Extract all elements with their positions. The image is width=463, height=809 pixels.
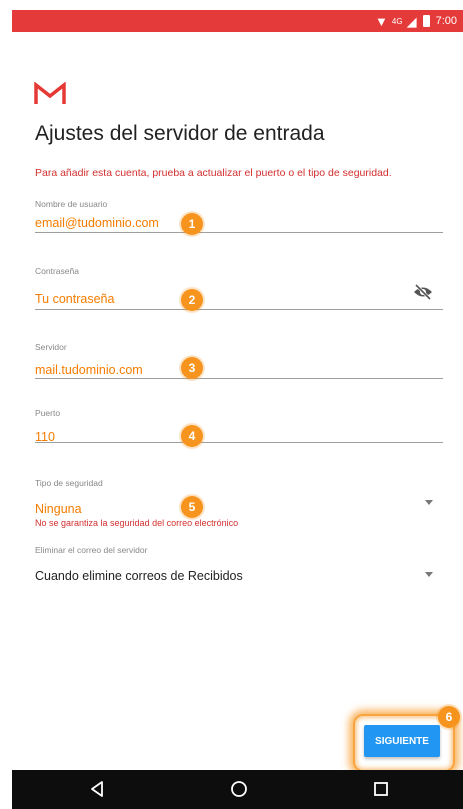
- port-label: Puerto: [35, 408, 61, 418]
- navigation-bar: [12, 770, 463, 809]
- step-marker-5: 5: [181, 496, 203, 518]
- gmail-m-icon: [34, 82, 66, 104]
- delete-policy-dropdown[interactable]: Eliminar el correo del servidor Cuando e…: [35, 545, 443, 585]
- port-field[interactable]: Puerto 110: [35, 408, 443, 444]
- back-triangle-icon[interactable]: [89, 780, 105, 798]
- security-label: Tipo de seguridad: [35, 478, 103, 488]
- home-circle-icon[interactable]: [230, 780, 248, 798]
- chevron-down-icon[interactable]: [425, 500, 433, 505]
- password-label: Contraseña: [35, 266, 79, 276]
- port-underline: [35, 442, 443, 443]
- status-time: 7:00: [435, 15, 457, 27]
- step-marker-1: 1: [181, 213, 203, 235]
- username-value[interactable]: email@tudominio.com: [35, 216, 443, 230]
- next-button[interactable]: SIGUIENTE: [364, 725, 440, 757]
- username-underline: [35, 232, 443, 233]
- security-hint: No se garantiza la seguridad del correo …: [35, 518, 239, 528]
- server-field[interactable]: Servidor mail.tudominio.com: [35, 342, 443, 380]
- battery-icon: [422, 15, 430, 27]
- password-underline: [35, 309, 443, 310]
- status-bar: ▼ 4G ◢ 7:00: [12, 10, 463, 32]
- delete-label: Eliminar el correo del servidor: [35, 545, 148, 555]
- step-marker-4: 4: [181, 425, 203, 447]
- page-title: Ajustes del servidor de entrada: [35, 122, 325, 145]
- step-marker-3: 3: [181, 357, 203, 379]
- password-field[interactable]: Contraseña Tu contraseña: [35, 266, 443, 312]
- chevron-down-icon[interactable]: [425, 572, 433, 577]
- server-underline: [35, 378, 443, 379]
- step-marker-6: 6: [438, 706, 460, 728]
- delete-value[interactable]: Cuando elimine correos de Recibidos: [35, 569, 443, 583]
- visibility-off-icon[interactable]: [413, 284, 433, 300]
- security-type-dropdown[interactable]: Tipo de seguridad Ninguna No se garantiz…: [35, 478, 443, 528]
- signal-icon: ◢: [406, 13, 417, 29]
- username-label: Nombre de usuario: [35, 199, 108, 209]
- network-indicator: 4G: [391, 16, 403, 26]
- password-value[interactable]: Tu contraseña: [35, 292, 443, 306]
- security-value[interactable]: Ninguna: [35, 502, 443, 516]
- server-label: Servidor: [35, 342, 67, 352]
- username-field[interactable]: Nombre de usuario email@tudominio.com: [35, 199, 443, 235]
- server-value[interactable]: mail.tudominio.com: [35, 363, 443, 377]
- wifi-icon: ▼: [375, 13, 388, 29]
- warning-message: Para añadir esta cuenta, prueba a actual…: [35, 167, 392, 179]
- step-marker-2: 2: [181, 289, 203, 311]
- recents-square-icon[interactable]: [373, 780, 389, 798]
